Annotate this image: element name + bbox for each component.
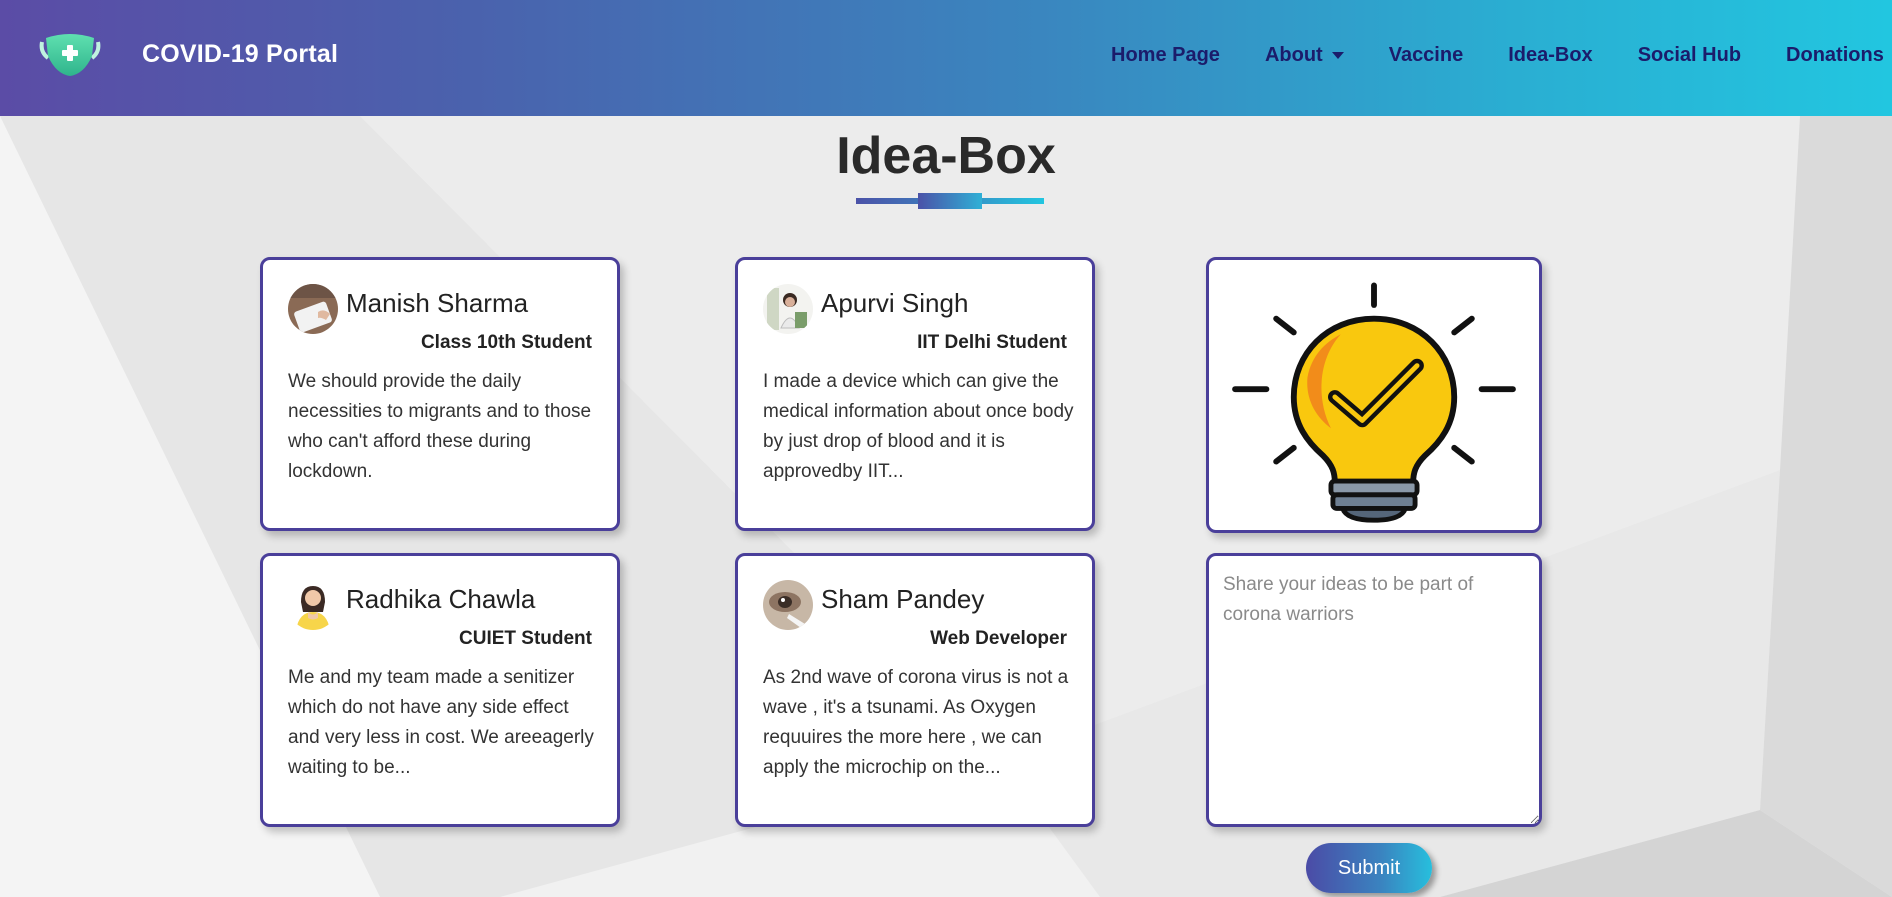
nav-idea-box[interactable]: Idea-Box [1508,44,1592,67]
idea-author-role: Class 10th Student [420,332,592,353]
idea-author-role: CUIET Student [459,628,592,649]
title-underline-accent [918,193,982,209]
idea-author-name: Radhika Chawla [346,584,536,614]
share-idea-input[interactable] [1206,553,1542,827]
face-mask-icon [39,34,101,76]
avatar [763,284,813,334]
idea-text: Me and my team made a senitizer which do… [288,667,594,778]
idea-text: As 2nd wave of corona virus is not a wav… [763,667,1069,778]
brand-name: COVID-19 Portal [142,39,339,68]
navbar: COVID-19 Portal Home Page About Vaccine … [0,0,1892,116]
idea-author-name: Manish Sharma [346,288,529,318]
chevron-down-icon [1331,52,1344,59]
idea-author-role: Web Developer [930,628,1067,649]
idea-card: Radhika Chawla CUIET Student Me and my t… [260,553,620,827]
page-title: Idea-Box [836,127,1056,185]
idea-illustration-card [1206,257,1542,533]
nav-social-hub[interactable]: Social Hub [1638,44,1741,67]
nav-home-page[interactable]: Home Page [1111,44,1220,67]
idea-card: Apurvi Singh IIT Delhi Student I made a … [735,257,1095,531]
idea-text: We should provide the daily necessities … [288,371,592,482]
nav-about[interactable]: About [1265,44,1344,67]
brand[interactable]: COVID-19 Portal [38,30,338,78]
submit-button[interactable]: Submit [1306,843,1432,893]
idea-author-role: IIT Delhi Student [917,332,1067,353]
idea-text: I made a device which can give the medic… [763,371,1074,482]
avatar [288,580,338,630]
nav-donations[interactable]: Donations [1786,44,1884,67]
idea-author-name: Apurvi Singh [821,288,969,318]
idea-card: Sham Pandey Web Developer As 2nd wave of… [735,553,1095,827]
avatar [763,580,813,630]
avatar [288,284,338,334]
nav-links: Home Page About Vaccine Idea-Box Social … [1111,44,1884,67]
title-underline [856,193,1044,209]
idea-author-name: Sham Pandey [821,584,985,614]
nav-vaccine[interactable]: Vaccine [1389,44,1464,67]
nav-about-label: About [1264,44,1323,66]
lightbulb-check-icon [1232,282,1516,523]
idea-card: Manish Sharma Class 10th Student We shou… [260,257,620,531]
